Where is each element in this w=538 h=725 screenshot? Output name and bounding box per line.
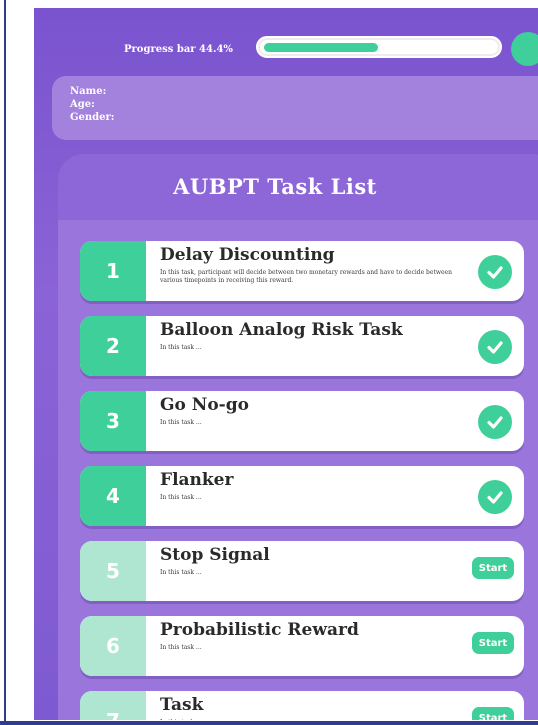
task-card[interactable]: 1 Delay Discounting In this task, particip… [80,241,524,301]
task-description: In this task ... [160,569,202,576]
task-card[interactable]: 4 Flanker In this task ... [80,466,524,526]
task-number: 1 [80,241,146,301]
task-number: 5 [80,541,146,601]
task-name: Delay Discounting [160,245,335,265]
progress-bar [256,36,502,58]
task-number: 6 [80,616,146,676]
task-card[interactable]: 2 Balloon Analog Risk Task In this task ..… [80,316,524,376]
task-name: Task [160,695,204,715]
task-number: 3 [80,391,146,451]
task-description: In this task ... [160,644,202,651]
task-card[interactable]: 3 Go No-go In this task ... [80,391,524,451]
check-circle-icon [478,480,512,514]
task-description: In this task ... [160,719,470,720]
task-name: Flanker [160,470,234,490]
task-card[interactable]: 7 Task In this task ...Start [80,691,524,720]
task-number: 2 [80,316,146,376]
frame-bottom-border [0,721,538,725]
check-circle-icon [478,255,512,289]
task-name: Go No-go [160,395,249,415]
task-name: Probabilistic Reward [160,620,359,640]
participant-info-panel: Name: Age: Gender: [52,76,538,140]
task-description: In this task ... [160,419,202,426]
frame-left-border [4,0,6,725]
task-description: In this task ... [160,344,202,351]
start-task-button[interactable]: Start [472,557,514,579]
name-label: Name: [70,86,107,97]
progress-label: Progress bar 44.4% [124,44,233,55]
age-label: Age: [70,99,95,110]
task-number: 4 [80,466,146,526]
task-card[interactable]: 6 Probabilistic Reward In this task ... Sta… [80,616,524,676]
task-list-header: AUBPT Task List [58,154,538,220]
start-task-button[interactable]: Start [472,632,514,654]
task-description: In this task ... [160,494,202,501]
progress-end-indicator [511,32,538,66]
task-name: Balloon Analog Risk Task [160,320,403,340]
app-screen: Progress bar 44.4% Name: Age: Gender: AU… [34,8,538,720]
task-number: 7 [80,691,146,720]
gender-label: Gender: [70,112,115,123]
task-card[interactable]: 5 Stop Signal In this task ... Start [80,541,524,601]
progress-bar-fill [264,43,378,52]
start-task-button[interactable]: Start [472,707,514,720]
task-list-title: AUBPT Task List [173,174,377,199]
check-circle-icon [478,405,512,439]
task-name: Stop Signal [160,545,270,565]
task-description: In this task, participant will decide be… [160,269,452,284]
check-circle-icon [478,330,512,364]
